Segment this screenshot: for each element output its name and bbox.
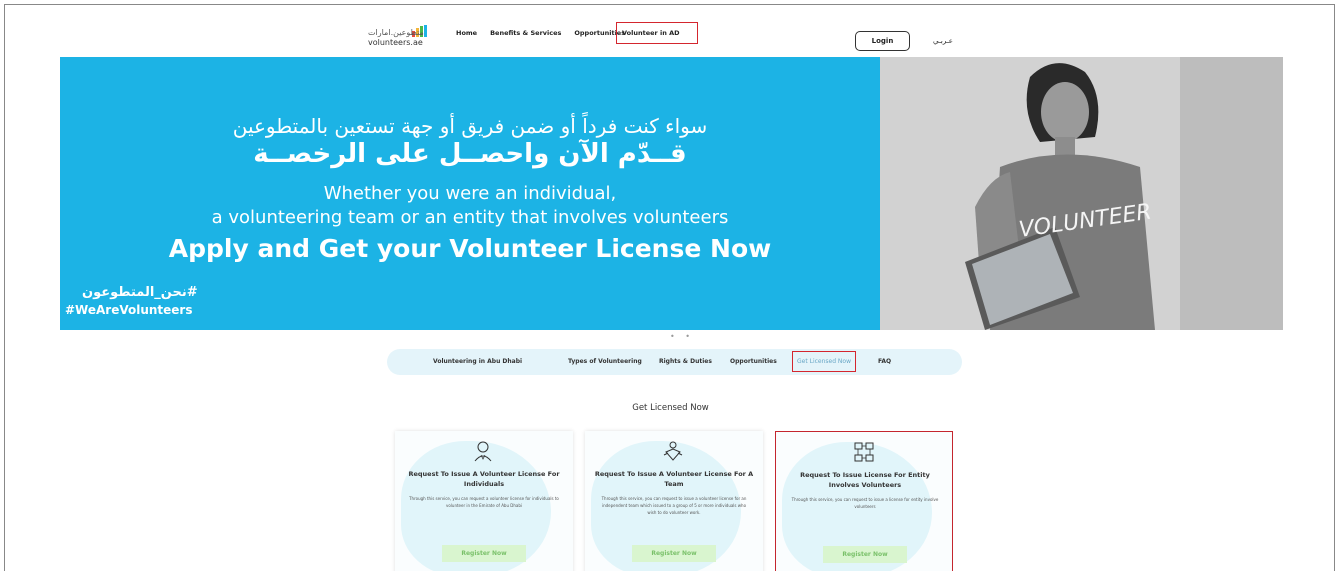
card-description: Through this service, you can request to… [601, 496, 747, 515]
register-now-button[interactable]: Register Now [632, 545, 716, 562]
subnav-types-of-volunteering[interactable]: Types of Volunteering [568, 358, 642, 365]
entity-network-icon [854, 442, 874, 462]
hero-arabic-subtitle: سواء كنت فرداً أو ضمن فريق أو جهة تستعين… [232, 114, 708, 138]
browser-page: متطوعين.امارات volunteers.ae Home Benefi… [4, 4, 1335, 571]
license-card-team: Request To Issue A Volunteer License For… [585, 431, 763, 571]
subnav-rights-duties[interactable]: Rights & Duties [659, 358, 712, 365]
section-subnav: Volunteering in Abu Dhabi Types of Volun… [387, 349, 962, 375]
hero-banner: سواء كنت فرداً أو ضمن فريق أو جهة تستعين… [60, 57, 1283, 330]
logo-english-text: volunteers.ae [368, 38, 423, 47]
person-icon [474, 441, 492, 462]
subnav-volunteering-in-abu-dhabi[interactable]: Volunteering in Abu Dhabi [433, 358, 522, 365]
card-title: Request To Issue A Volunteer License For… [408, 470, 560, 488]
nav-home[interactable]: Home [456, 29, 477, 37]
section-title: Get Licensed Now [632, 403, 709, 413]
register-now-button[interactable]: Register Now [823, 546, 907, 563]
nav-volunteer-in-ad[interactable]: Volunteer in AD [616, 22, 698, 44]
subnav-get-licensed-now[interactable]: Get Licensed Now [792, 351, 857, 372]
main-nav: Home Benefits & Services Opportunities V… [456, 22, 698, 44]
hero-arabic-title: قــدّم الآن واحصــل على الرخصــة [253, 139, 687, 169]
login-button[interactable]: Login [855, 31, 910, 51]
card-title: Request To Issue A Volunteer License For… [594, 470, 754, 488]
hero-english-title: Apply and Get your Volunteer License Now [168, 234, 772, 263]
subnav-faq[interactable]: FAQ [878, 358, 891, 365]
hashtag-arabic: #نحن_المتطوعون [82, 285, 198, 300]
hashtag-english: #WeAreVolunteers [65, 303, 193, 317]
card-description: Through this service, you can request to… [791, 497, 939, 509]
hero-english-line-2: a volunteering team or an entity that in… [211, 207, 729, 228]
language-toggle[interactable]: عـربـي [933, 37, 953, 45]
hero-volunteer-photo: VOLUNTEER [880, 57, 1283, 330]
license-card-individuals: Request To Issue A Volunteer License For… [395, 431, 573, 571]
register-now-button[interactable]: Register Now [442, 545, 526, 562]
volunteer-woman-illustration: VOLUNTEER [880, 57, 1283, 330]
carousel-dots[interactable]: • • [670, 332, 694, 341]
team-hands-icon [663, 441, 683, 461]
card-title: Request To Issue License For Entity Invo… [800, 471, 930, 489]
nav-benefits-services[interactable]: Benefits & Services [490, 29, 561, 37]
logo-arabic-text: متطوعين.امارات [368, 28, 424, 37]
site-header: متطوعين.امارات volunteers.ae Home Benefi… [5, 17, 1334, 51]
subnav-opportunities[interactable]: Opportunities [730, 358, 777, 365]
site-logo[interactable]: متطوعين.امارات volunteers.ae [368, 25, 454, 49]
hero-english-line-1: Whether you were an individual, [323, 183, 617, 204]
card-description: Through this service, you can request a … [409, 496, 559, 508]
license-card-entity: Request To Issue License For Entity Invo… [775, 431, 953, 571]
